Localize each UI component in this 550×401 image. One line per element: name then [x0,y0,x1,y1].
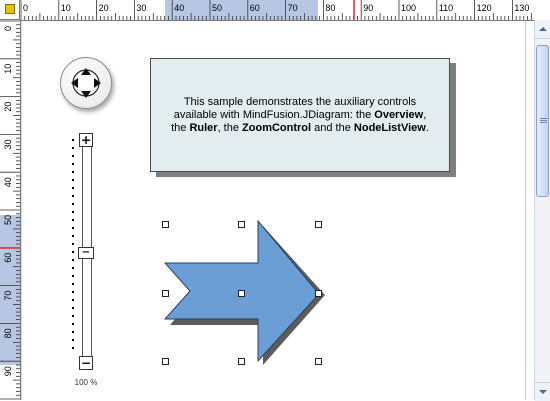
scroll-up-icon [539,27,547,31]
top-ruler-label: 60 [250,3,260,13]
selection-handle-bottom-left[interactable] [162,358,169,365]
zoom-tick [72,275,74,277]
pan-arrows-icon[interactable] [61,58,111,108]
top-ruler-label: 100 [401,3,416,13]
zoom-tick [72,219,74,221]
left-ruler-label: 0 [3,26,13,31]
zoom-tick [72,187,74,189]
top-ruler-label: 10 [61,3,71,13]
scroll-down-icon [539,390,547,394]
vertical-scrollbar[interactable] [534,20,550,401]
zoom-in-button[interactable]: + [79,133,93,147]
left-ruler-label: 80 [3,328,13,338]
selection-handle-bottom-center[interactable] [238,358,245,365]
selection-handle-middle-left[interactable] [162,290,169,297]
zoom-tick [72,291,74,293]
selection-handle-center[interactable] [238,290,245,297]
zoom-tick [72,163,74,165]
info-box-node[interactable]: This sample demonstrates the auxiliary c… [150,58,450,172]
zoom-tick [72,331,74,333]
top-ruler-label: 110 [439,3,453,13]
zoom-tick [72,203,74,205]
zoom-tick [72,267,74,269]
top-ruler-label: 0 [23,3,28,13]
zoom-tick [72,339,74,341]
left-ruler-label: 50 [3,215,13,225]
zoom-tick [72,147,74,149]
top-ruler[interactable]: 0 10 20 30 40 50 60 70 80 90 100 110 120 130 [20,0,534,21]
scroll-up-button[interactable] [535,20,550,39]
zoom-tick [72,139,74,141]
selection-handle-middle-right[interactable] [315,290,322,297]
zoom-tick [72,251,74,253]
ruler-unit-knob-icon[interactable] [5,4,15,14]
top-ruler-label: 80 [325,3,335,13]
top-ruler-label: 70 [288,3,298,13]
zoom-tick [72,307,74,309]
left-ruler[interactable]: 0102030405060708090100 [0,20,21,400]
top-ruler-label: 30 [136,3,146,13]
zoom-tick [72,315,74,317]
zoom-tick [72,347,74,349]
zoom-tick [72,171,74,173]
zoom-tick-marks [72,137,75,357]
zoom-tick [72,323,74,325]
selection-handle-bottom-right[interactable] [315,358,322,365]
left-ruler-label: 40 [3,177,13,187]
diagram-view: 0 10 20 30 40 50 60 70 80 90 100 110 120 130 0 10 20 30 4… [0,0,550,401]
ruler-corner[interactable] [0,0,20,20]
zoom-tick [72,243,74,245]
scroll-down-button[interactable] [535,382,550,401]
zoom-tick [72,195,74,197]
zoom-level-label: 100 % [74,378,98,387]
selection-handle-top-right[interactable] [315,221,322,228]
info-text: This sample demonstrates the auxiliary c… [171,95,429,134]
scrollbar-thumb[interactable] [536,45,549,197]
arrow-shape-node[interactable] [150,215,340,375]
top-ruler-label: 50 [212,3,222,13]
zoom-tick [72,211,74,213]
zoom-tick [72,155,74,157]
selection-handle-top-left[interactable] [162,221,169,228]
left-ruler-label: 70 [3,291,13,301]
top-ruler-label: 120 [477,3,492,13]
left-ruler-scale: 0102030405060708090100 [0,20,20,400]
top-ruler-label: 130 [514,3,529,13]
zoom-slider-thumb[interactable]: − [78,247,94,259]
pan-control[interactable] [60,57,112,109]
zoom-tick [72,283,74,285]
top-ruler-label: 90 [363,3,373,13]
selection-handle-top-center[interactable] [238,221,245,228]
zoom-tick [72,179,74,181]
zoom-tick [72,299,74,301]
top-ruler-label: 20 [99,3,109,13]
left-ruler-label: 20 [3,102,13,112]
zoom-tick [72,235,74,237]
left-ruler-label: 60 [3,253,13,263]
zoom-out-button[interactable]: − [79,356,93,370]
zoom-tick [72,227,74,229]
top-ruler-scale: 0 10 20 30 40 50 60 70 80 90 100 110 120 130 [20,0,532,20]
top-ruler-label: 40 [174,3,184,13]
left-ruler-label: 90 [3,366,13,376]
left-ruler-label: 30 [3,139,13,149]
zoom-tick [72,259,74,261]
left-ruler-label: 10 [3,64,13,74]
